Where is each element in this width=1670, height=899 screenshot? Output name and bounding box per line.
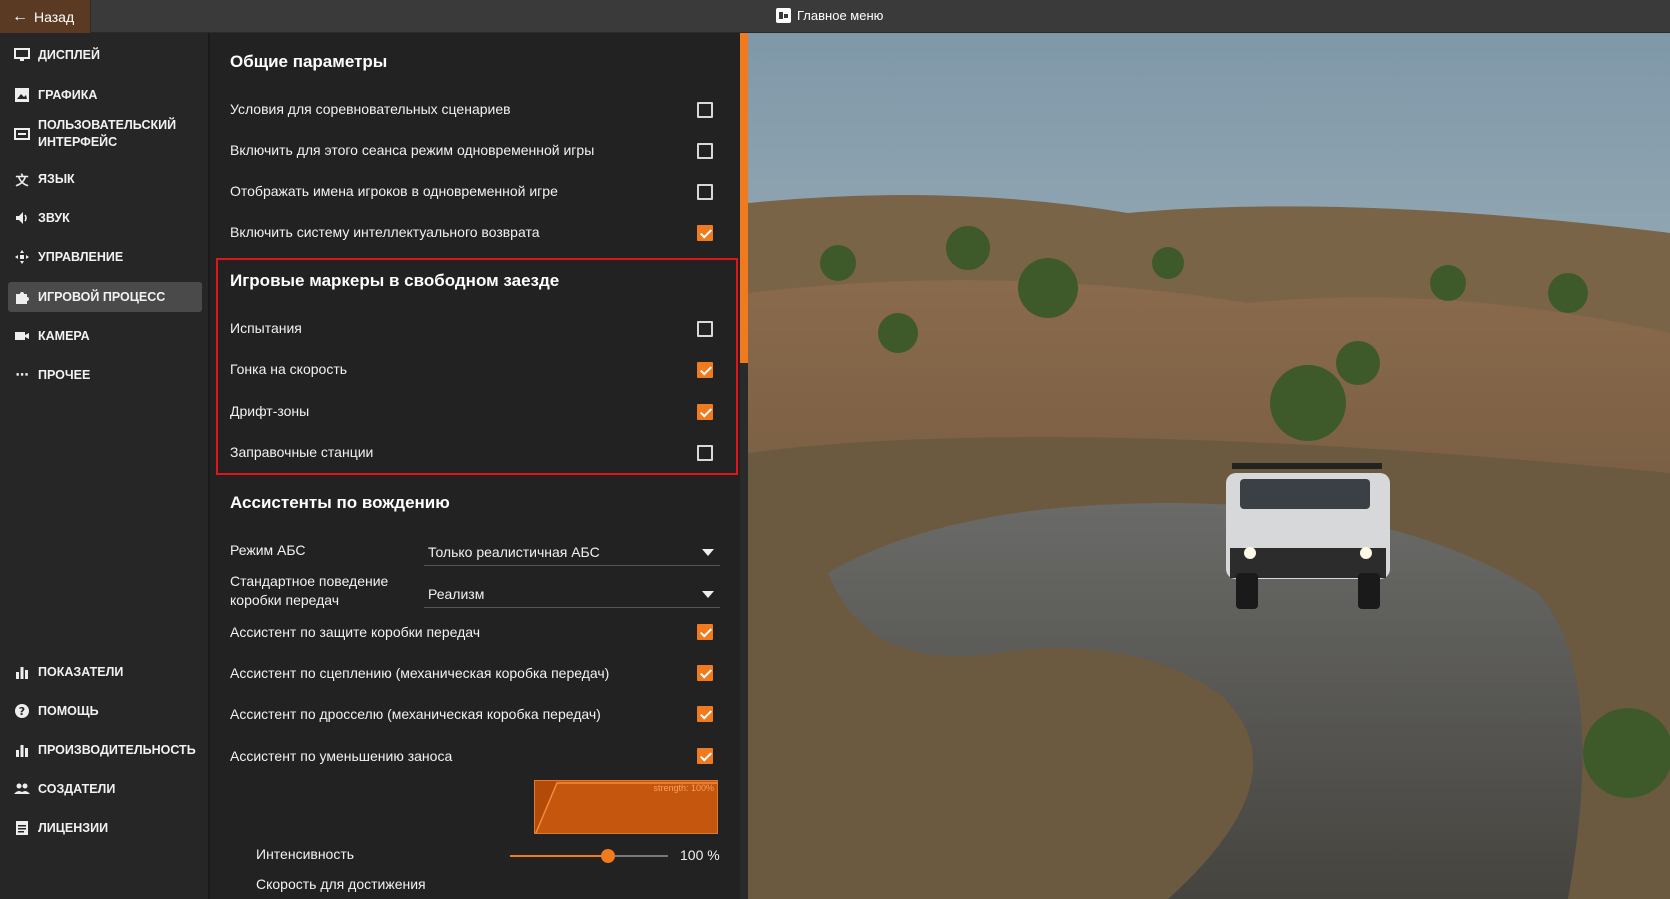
sidebar-item-label: УПРАВЛЕНИЕ	[38, 249, 124, 264]
sidebar-item-licenses[interactable]: ЛИЦЕНЗИИ	[8, 813, 202, 843]
scrollbar-track[interactable]	[740, 363, 748, 899]
gearbox-behavior-dropdown[interactable]: Реализм	[424, 580, 720, 608]
license-icon	[14, 820, 30, 836]
game-scene-preview	[748, 33, 1670, 899]
intensity-slider-handle[interactable]	[601, 849, 615, 863]
more-icon: ⋯	[15, 367, 29, 382]
gearbox-protection-checkbox[interactable]	[697, 624, 713, 640]
sidebar-item-help[interactable]: ? ПОМОЩЬ	[8, 696, 202, 726]
puzzle-icon	[14, 289, 30, 305]
speed-label: Скорость для достижения	[256, 876, 426, 892]
sidebar-item-sound[interactable]: ЗВУК	[8, 203, 202, 233]
option-label: Условия для соревновательных сценариев	[230, 101, 511, 117]
drift-zones-checkbox[interactable]	[697, 404, 713, 420]
sidebar-item-gameplay[interactable]: ИГРОВОЙ ПРОЦЕСС	[8, 282, 202, 312]
back-button[interactable]: ← Назад	[0, 0, 91, 33]
intensity-value: 100 %	[680, 847, 720, 863]
scene-illustration	[748, 33, 1670, 899]
bar-chart-icon	[14, 664, 30, 680]
sidebar-item-label: КАМЕРА	[38, 328, 90, 343]
sidebar-item-label: ЛИЦЕНЗИИ	[38, 820, 109, 835]
player-names-checkbox[interactable]	[697, 184, 713, 200]
sidebar-item-stats[interactable]: ПОКАЗАТЕЛИ	[8, 657, 202, 687]
option-label: Включить систему интеллектуального возвр…	[230, 224, 540, 240]
strength-curve-graph: strength: 100%	[534, 780, 718, 834]
sidebar-item-label: ПОКАЗАТЕЛИ	[38, 664, 124, 679]
graph-label: strength: 100%	[653, 783, 714, 793]
sidebar-item-label: ИГРОВОЙ ПРОЦЕСС	[38, 289, 166, 304]
option-label: Ассистент по уменьшению заноса	[230, 748, 453, 764]
arrow-left-icon: ←	[12, 7, 28, 25]
multiplayer-session-checkbox[interactable]	[697, 143, 713, 159]
option-label: Испытания	[230, 320, 302, 336]
sidebar-item-controls[interactable]: УПРАВЛЕНИЕ	[8, 242, 202, 272]
gearbox-behavior-value: Реализм	[428, 585, 485, 602]
option-label: Ассистент по сцеплению (механическая кор…	[230, 665, 610, 681]
caret-down-icon	[702, 591, 714, 598]
sidebar-item-label: ПОМОЩЬ	[38, 703, 99, 718]
image-icon	[14, 87, 30, 103]
throttle-assist-checkbox[interactable]	[697, 706, 713, 722]
settings-panel	[210, 33, 740, 899]
section-title-markers: Игровые маркеры в свободном заезде	[230, 271, 560, 290]
clutch-assist-checkbox[interactable]	[697, 665, 713, 681]
performance-icon	[14, 742, 30, 758]
speed-race-checkbox[interactable]	[697, 362, 713, 378]
gas-stations-checkbox[interactable]	[697, 445, 713, 461]
sidebar-item-display[interactable]: ДИСПЛЕЙ	[8, 40, 202, 70]
sidebar-item-label: ПРОЧЕЕ	[38, 367, 91, 382]
top-bar: ← Назад Главное меню	[0, 0, 1670, 33]
camera-icon	[14, 328, 30, 344]
abs-mode-value: Только реалистичная АБС	[428, 543, 600, 560]
sidebar-item-credits[interactable]: СОЗДАТЕЛИ	[8, 774, 202, 804]
section-title-general: Общие параметры	[230, 52, 388, 71]
gamepad-icon	[14, 249, 30, 265]
option-label: Заправочные станции	[230, 444, 374, 460]
abs-mode-dropdown[interactable]: Только реалистичная АБС	[424, 538, 720, 566]
option-label: Дрифт-зоны	[230, 403, 310, 419]
help-icon: ?	[14, 703, 30, 719]
sidebar-item-label: СОЗДАТЕЛИ	[38, 781, 116, 796]
competitive-conditions-checkbox[interactable]	[697, 102, 713, 118]
section-title-assists: Ассистенты по вождению	[230, 493, 450, 512]
gearbox-label: Стандартное поведение коробки передач	[230, 573, 389, 608]
intensity-label: Интенсивность	[256, 846, 355, 862]
main-menu-icon	[776, 8, 791, 23]
main-menu-title[interactable]: Главное меню	[776, 8, 883, 23]
option-label: Включить для этого сеанса режим одноврем…	[230, 142, 595, 158]
sidebar-item-interface[interactable]: ПОЛЬЗОВАТЕЛЬСКИЙ ИНТЕРФЕЙС	[8, 114, 202, 154]
sidebar-item-language[interactable]: 文 ЯЗЫК	[8, 164, 202, 194]
sidebar-item-graphics[interactable]: ГРАФИКА	[8, 80, 202, 110]
sidebar-item-camera[interactable]: КАМЕРА	[8, 321, 202, 351]
option-label: Отображать имена игроков в одновременной…	[230, 183, 558, 199]
sidebar-item-performance[interactable]: ПРОИЗВОДИТЕЛЬНОСТЬ	[8, 735, 202, 765]
sidebar-item-other[interactable]: ⋯ ПРОЧЕЕ	[8, 360, 202, 390]
sidebar-item-label: ЗВУК	[38, 210, 70, 225]
monitor-icon	[14, 47, 30, 63]
option-label: Ассистент по дросселю (механическая коро…	[230, 706, 601, 722]
interface-icon	[14, 126, 30, 142]
intensity-slider-fill	[510, 855, 608, 857]
people-icon	[14, 781, 30, 797]
main-menu-label: Главное меню	[797, 8, 884, 23]
challenges-checkbox[interactable]	[697, 321, 713, 337]
sidebar-item-label: ДИСПЛЕЙ	[38, 47, 100, 62]
translate-icon: 文	[15, 172, 29, 188]
sidebar-item-label: ПОЛЬЗОВАТЕЛЬСКИЙ ИНТЕРФЕЙС	[38, 118, 177, 149]
sidebar-item-label: ПРОИЗВОДИТЕЛЬНОСТЬ	[38, 742, 196, 757]
option-label: Ассистент по защите коробки передач	[230, 624, 481, 640]
speaker-icon	[14, 210, 30, 226]
back-label: Назад	[34, 8, 75, 25]
abs-label: Режим АБС	[230, 542, 306, 558]
svg-text:?: ?	[19, 705, 25, 718]
slip-reduction-checkbox[interactable]	[697, 748, 713, 764]
smart-recovery-checkbox[interactable]	[697, 225, 713, 241]
caret-down-icon	[702, 549, 714, 556]
sidebar	[0, 33, 209, 899]
option-label: Гонка на скорость	[230, 361, 348, 377]
sidebar-item-label: ГРАФИКА	[38, 87, 98, 102]
sidebar-item-label: ЯЗЫК	[38, 171, 75, 186]
scrollbar-thumb[interactable]	[740, 33, 748, 363]
